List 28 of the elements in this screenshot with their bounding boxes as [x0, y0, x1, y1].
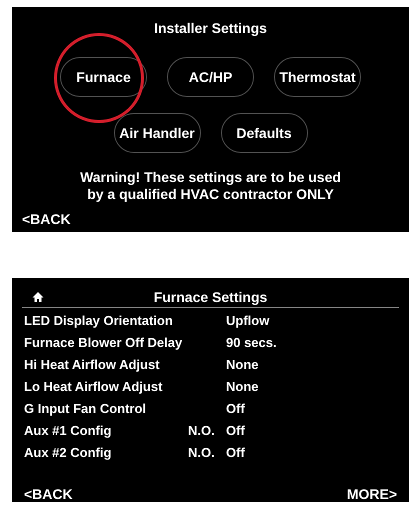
setting-value[interactable]: Off [226, 444, 399, 460]
menu-button[interactable]: Defaults [220, 113, 308, 153]
setting-label: Aux #2 Config [24, 444, 112, 460]
setting-value[interactable]: 90 secs. [226, 334, 399, 350]
setting-label: Aux #1 Config [24, 422, 112, 438]
screen-title: Installer Settings [153, 19, 268, 38]
setting-label: G Input Fan Control [24, 400, 148, 416]
setting-value[interactable]: None [226, 356, 399, 372]
setting-value[interactable]: Upflow [226, 312, 399, 328]
setting-value[interactable]: Off [226, 400, 399, 416]
back-button[interactable]: <BACK [22, 211, 71, 227]
back-button[interactable]: <BACK [24, 486, 73, 502]
warning-text: Warning! These settings are to be used by a qualified HVAC contractor ONLY [79, 169, 342, 203]
menu-button[interactable]: AC/HP [167, 57, 254, 97]
more-button[interactable]: MORE> [346, 486, 397, 502]
setting-mode: N.O. [188, 422, 216, 438]
menu-button[interactable]: Air Handler [114, 113, 200, 153]
setting-label: Hi Heat Airflow Adjust [24, 356, 161, 372]
menu-button[interactable]: Furnace [60, 57, 147, 97]
setting-mode: N.O. [188, 444, 216, 460]
menu-button[interactable]: Thermostat [274, 57, 361, 97]
home-icon[interactable] [32, 290, 44, 302]
screen-title: Furnace Settings [152, 288, 268, 304]
setting-label: Furnace Blower Off Delay [24, 334, 184, 350]
setting-label: LED Display Orientation [24, 312, 174, 328]
setting-value[interactable]: None [226, 378, 399, 394]
setting-value[interactable]: Off [226, 422, 399, 438]
setting-label: Lo Heat Airflow Adjust [24, 378, 164, 394]
